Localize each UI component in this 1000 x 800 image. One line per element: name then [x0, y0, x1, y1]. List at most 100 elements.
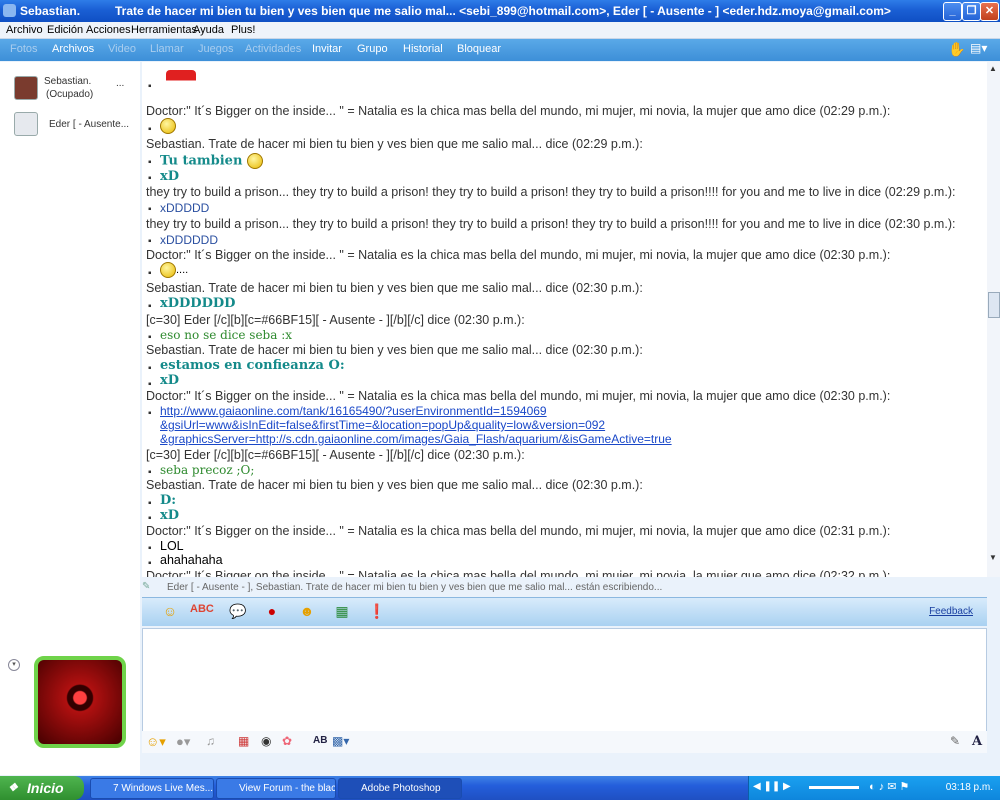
- pencil-icon: ✎: [142, 581, 151, 592]
- message-line: xDDDDD: [160, 201, 210, 215]
- menu-plus[interactable]: Plus!: [231, 24, 255, 36]
- message-bubble-icon[interactable]: 💬: [228, 603, 248, 621]
- chat-scrollbar[interactable]: [987, 62, 1000, 577]
- message-header: Sebastian. Trate de hacer mi bien tu bie…: [146, 137, 643, 151]
- message-link[interactable]: http://www.gaiaonline.com/tank/16165490/…: [160, 404, 547, 418]
- volume-slider[interactable]: [809, 786, 859, 789]
- nav-llamar[interactable]: Llamar: [150, 43, 184, 55]
- menu-edicion[interactable]: Edición: [47, 24, 83, 36]
- nudge-icon[interactable]: ●: [262, 603, 282, 621]
- bullet: ▪: [148, 498, 152, 509]
- send-file-icon[interactable]: ✿: [282, 734, 292, 748]
- conversation-history[interactable]: ▪ Doctor:" It´s Bigger on the inside... …: [142, 62, 987, 577]
- font-style-icon[interactable]: AB: [313, 735, 327, 746]
- menu-herramientas[interactable]: Herramientas: [131, 24, 197, 36]
- background-icon[interactable]: ▦: [332, 603, 352, 621]
- message-line: estamos en confieanza O:: [160, 358, 345, 373]
- bullet: ▪: [148, 301, 152, 312]
- message-line: xD: [160, 169, 180, 184]
- message-line: xD: [160, 508, 180, 523]
- feedback-link[interactable]: Feedback: [929, 606, 973, 617]
- tray-icons[interactable]: ◐ ♪ ✉ ⚑: [869, 780, 909, 793]
- minimize-button[interactable]: _: [943, 2, 962, 21]
- bullet: ▪: [148, 157, 152, 168]
- bullet: ▪: [148, 558, 152, 569]
- wink-picker-icon[interactable]: ●▾: [176, 734, 190, 750]
- messenger-icon: [3, 4, 16, 17]
- typing-status: ✎ Eder [ - Ausente - ], Sebastian. Trate…: [142, 581, 663, 593]
- contact-avatar[interactable]: [14, 76, 38, 100]
- nav-archivos[interactable]: Archivos: [52, 43, 94, 55]
- ink-grid-icon[interactable]: ▦: [238, 734, 249, 748]
- nav-actividades[interactable]: Actividades: [245, 43, 301, 55]
- menu-acciones[interactable]: Acciones: [86, 24, 131, 36]
- menu-bar: Archivo Edición Acciones Herramientas Ay…: [0, 22, 1000, 39]
- message-header: Doctor:" It´s Bigger on the inside... " …: [146, 524, 891, 538]
- message-line: xDDDDDD: [160, 233, 218, 247]
- formatting-toolbar: ☺ ABC 💬 ● ☻ ▦ ❗ Feedback: [142, 597, 987, 626]
- contact-name[interactable]: Eder [ - Ausente...: [49, 119, 129, 130]
- background-picker-icon[interactable]: ▩▾: [332, 734, 349, 748]
- bullet: ▪: [148, 332, 152, 343]
- emoticon-picker-icon[interactable]: ☺▾: [146, 734, 166, 750]
- scroll-up-icon[interactable]: ▲: [989, 64, 997, 73]
- task-photoshop[interactable]: Adobe Photoshop: [338, 778, 462, 799]
- message-link[interactable]: &gsiUrl=www&isInEdit=false&firstTime=&lo…: [160, 418, 605, 432]
- nav-juegos[interactable]: Juegos: [198, 43, 233, 55]
- nav-grupo[interactable]: Grupo: [357, 43, 388, 55]
- bullet: ▪: [148, 408, 152, 419]
- bullet: ▪: [148, 173, 152, 184]
- message-line: ....: [160, 262, 188, 278]
- contact-name[interactable]: Sebastian.: [44, 76, 91, 87]
- maximize-button[interactable]: ❐: [962, 2, 981, 21]
- voice-clip-icon[interactable]: ♫: [206, 734, 215, 748]
- start-button[interactable]: ❖ Inicio: [0, 776, 84, 800]
- task-messenger[interactable]: 7 Windows Live Mes...: [90, 778, 214, 799]
- options-menu-icon[interactable]: ▤▾: [970, 41, 987, 55]
- contact-card-icon[interactable]: ◉: [261, 734, 271, 748]
- alert-icon[interactable]: ❗: [367, 603, 387, 621]
- winks-icon[interactable]: ✋: [948, 41, 965, 58]
- scrollbar-thumb[interactable]: [988, 292, 1000, 318]
- bullet: ▪: [148, 513, 152, 524]
- text-mode-icon[interactable]: A: [972, 734, 982, 749]
- bullet: ▪: [148, 81, 152, 92]
- message-line: xDDDDDD: [160, 296, 236, 311]
- expand-icon[interactable]: ▾: [8, 659, 20, 671]
- wink-icon[interactable]: ☻: [297, 603, 317, 621]
- task-browser[interactable]: View Forum - the blac...: [216, 778, 336, 799]
- message-header: Sebastian. Trate de hacer mi bien tu bie…: [146, 343, 643, 357]
- message-header: Sebastian. Trate de hacer mi bien tu bie…: [146, 281, 643, 295]
- bullet: ▪: [148, 363, 152, 374]
- bullet: ▪: [148, 124, 152, 135]
- window-title-name: Sebastian.: [20, 4, 81, 18]
- nav-historial[interactable]: Historial: [403, 43, 443, 55]
- handwriting-icon[interactable]: ✎: [950, 734, 960, 748]
- bullet: ▪: [148, 236, 152, 247]
- input-toolbar: ☺▾ ●▾ ♫ ▦ ◉ ✿ AB ▩▾ ✎ A: [142, 731, 987, 753]
- font-icon[interactable]: ABC: [190, 603, 214, 621]
- nav-fotos[interactable]: Fotos: [10, 43, 38, 55]
- message-header: [c=30] Eder [/c][b][c=#66BF15][ - Ausent…: [146, 448, 525, 462]
- menu-archivo[interactable]: Archivo: [6, 24, 43, 36]
- contact-more: ...: [116, 78, 125, 89]
- custom-emoticon-icon: [166, 70, 196, 96]
- emoticon-icon[interactable]: ☺: [160, 603, 180, 621]
- menu-ayuda[interactable]: Ayuda: [193, 24, 224, 36]
- contact-avatar[interactable]: [14, 112, 38, 136]
- nav-video[interactable]: Video: [108, 43, 136, 55]
- message-line: xD: [160, 373, 180, 388]
- user-avatar[interactable]: [34, 656, 126, 748]
- nav-bloquear[interactable]: Bloquear: [457, 43, 501, 55]
- window-title: Trate de hacer mi bien tu bien y ves bie…: [115, 4, 891, 18]
- smiley-icon: [160, 118, 176, 134]
- message-header: Doctor:" It´s Bigger on the inside... " …: [146, 248, 891, 262]
- message-input[interactable]: [142, 628, 987, 732]
- nav-invitar[interactable]: Invitar: [312, 43, 342, 55]
- close-button[interactable]: ✕: [980, 2, 999, 21]
- message-link[interactable]: &graphicsServer=http://s.cdn.gaiaonline.…: [160, 432, 672, 446]
- scroll-down-icon[interactable]: ▼: [989, 553, 997, 562]
- message-line: eso no se dice seba :x: [160, 328, 293, 342]
- media-controls-icon[interactable]: ◀ ❚❚ ▶: [753, 781, 791, 792]
- title-bar[interactable]: Sebastian. Trate de hacer mi bien tu bie…: [0, 0, 1000, 22]
